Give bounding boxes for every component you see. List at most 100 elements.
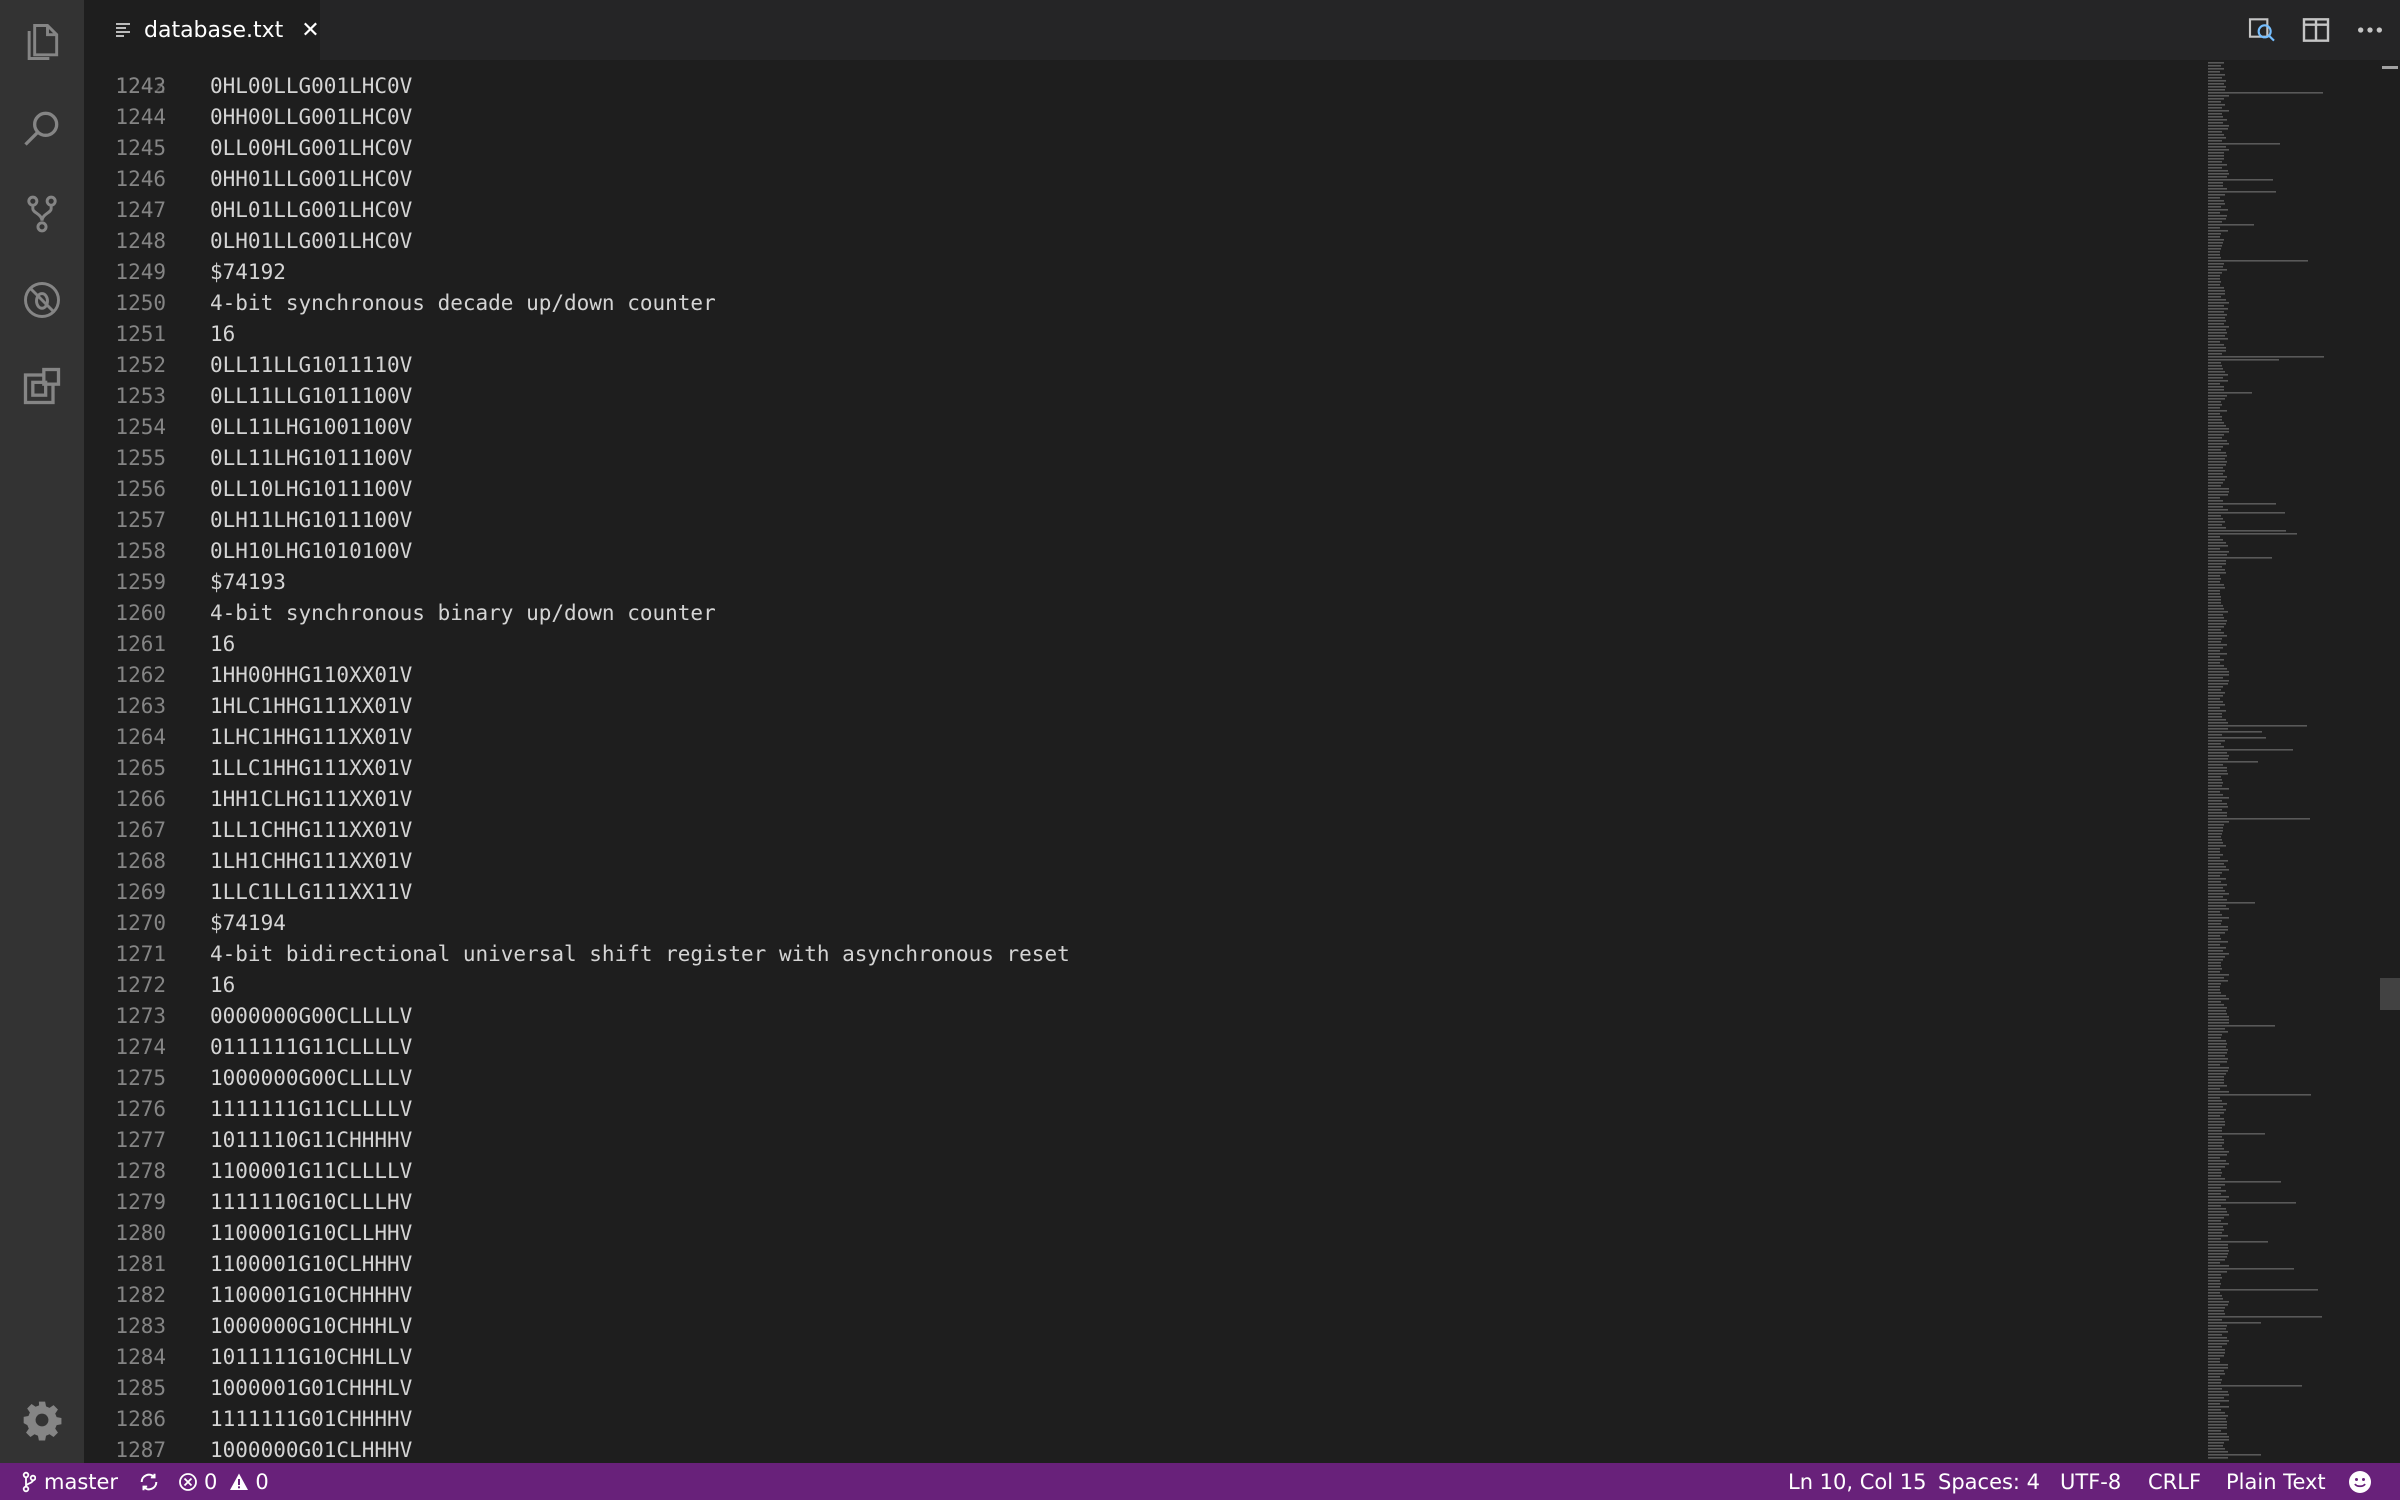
code-line[interactable]: 1267 1LL1CHHG111XX01V <box>84 815 2204 846</box>
code-line[interactable]: 1261 16 <box>84 629 2204 660</box>
warning-icon <box>230 1473 249 1490</box>
code-line[interactable]: 1278 1100001G11CLLLLV <box>84 1156 2204 1187</box>
code-line[interactable]: 1280 1100001G10CLLHHV <box>84 1218 2204 1249</box>
minimap-line <box>2208 761 2258 763</box>
code-line[interactable]: 1245 0LL00HLG001LHC0V <box>84 133 2204 164</box>
code-line[interactable]: 1271 4-bit bidirectional universal shift … <box>84 939 2204 970</box>
feedback-button[interactable] <box>2348 1463 2372 1500</box>
code-line[interactable]: 1251 16 <box>84 319 2204 350</box>
code-line[interactable]: 1246 0HH01LLG001LHC0V <box>84 164 2204 195</box>
branch-indicator[interactable]: master <box>22 1470 118 1494</box>
vertical-scrollbar[interactable] <box>2380 60 2400 1463</box>
code-line[interactable]: 1259 $74193 <box>84 567 2204 598</box>
code-line[interactable]: 1285 1000001G01CHHHLV <box>84 1373 2204 1404</box>
minimap-line <box>2208 689 2221 691</box>
minimap-line <box>2208 752 2227 754</box>
code-line[interactable]: 1247 0HL01LLG001LHC0V <box>84 195 2204 226</box>
code-line[interactable]: 1243 0HL00LLG001LHC0V <box>84 71 2204 102</box>
code-line[interactable]: 1266 1HH1CLHG111XX01V <box>84 784 2204 815</box>
code-line[interactable]: 1254 0LL11LHG1001100V <box>84 412 2204 443</box>
minimap-line <box>2208 1277 2222 1279</box>
code-line[interactable]: 1268 1LH1CHHG111XX01V <box>84 846 2204 877</box>
minimap-line <box>2208 1217 2224 1219</box>
debug-icon[interactable] <box>18 276 66 324</box>
minimap-line <box>2208 557 2272 559</box>
code-line[interactable]: 1244 0HH00LLG001LHC0V <box>84 102 2204 133</box>
minimap-line <box>2208 956 2225 958</box>
line-number: 1250 <box>115 291 166 315</box>
minimap-line <box>2208 1328 2226 1330</box>
minimap-line <box>2208 572 2226 574</box>
minimap-line <box>2208 443 2229 445</box>
code-line[interactable]: 1252 0LL11LLG1011110V <box>84 350 2204 381</box>
code-line[interactable]: 1263 1HLC1HHG111XX01V <box>84 691 2204 722</box>
minimap-line <box>2208 374 2228 376</box>
editor[interactable]: 1242 1243 0HL00LLG001LHC0V 1244 0HH00LLG001… <box>84 60 2204 1463</box>
code-line[interactable]: 1275 1000000G00CLLLLV <box>84 1063 2204 1094</box>
more-actions-icon[interactable] <box>2354 14 2386 46</box>
code-line[interactable]: 1260 4-bit synchronous binary up/down cou… <box>84 598 2204 629</box>
code-line[interactable]: 1262 1HH00HHG110XX01V <box>84 660 2204 691</box>
eol-selector[interactable]: CRLF <box>2148 1463 2201 1500</box>
code-line[interactable]: 1264 1LHC1HHG111XX01V <box>84 722 2204 753</box>
minimap-line <box>2208 506 2223 508</box>
minimap-line <box>2208 764 2223 766</box>
indentation-selector[interactable]: Spaces: 4 <box>1938 1463 2040 1500</box>
code-line[interactable]: 1287 1000000G01CLHHHV <box>84 1435 2204 1463</box>
code-line[interactable]: 1286 1111111G01CHHHHV <box>84 1404 2204 1435</box>
minimap-line <box>2208 860 2228 862</box>
minimap-line <box>2208 629 2221 631</box>
cursor-position[interactable]: Ln 10, Col 15 <box>1788 1463 1927 1500</box>
code-line[interactable]: 1250 4-bit synchronous decade up/down cou… <box>84 288 2204 319</box>
code-line[interactable]: 1255 0LL11LHG1011100V <box>84 443 2204 474</box>
language-mode-selector[interactable]: Plain Text <box>2226 1463 2326 1500</box>
code-line[interactable]: 1249 $74192 <box>84 257 2204 288</box>
minimap-line <box>2208 293 2225 295</box>
code-line[interactable]: 1273 0000000G00CLLLLV <box>84 1001 2204 1032</box>
code-line[interactable]: 1282 1100001G10CHHHHV <box>84 1280 2204 1311</box>
tab-database-txt[interactable]: database.txt ✕ <box>84 0 320 60</box>
code-line[interactable]: 1279 1111110G10CLLLHV <box>84 1187 2204 1218</box>
scrollbar-thumb[interactable] <box>2380 978 2400 1010</box>
code-line[interactable]: 1253 0LL11LLG1011100V <box>84 381 2204 412</box>
minimap-line <box>2208 1052 2227 1054</box>
minimap-line <box>2208 674 2229 676</box>
gear-icon[interactable] <box>18 1396 66 1444</box>
minimap-line <box>2208 356 2324 358</box>
open-preview-icon[interactable] <box>2246 14 2278 46</box>
encoding-selector[interactable]: UTF-8 <box>2060 1463 2121 1500</box>
minimap-line <box>2208 869 2229 871</box>
eol-text: CRLF <box>2148 1469 2202 1494</box>
code-line[interactable]: 1277 1011110G11CHHHHV <box>84 1125 2204 1156</box>
minimap-line <box>2208 1292 2220 1294</box>
code-line[interactable]: 1272 16 <box>84 970 2204 1001</box>
code-line[interactable]: 1258 0LH10LHG1010100V <box>84 536 2204 567</box>
minimap-line <box>2208 149 2229 151</box>
extensions-icon[interactable] <box>18 362 66 410</box>
code-line[interactable]: 1284 1011111G10CHHLLV <box>84 1342 2204 1373</box>
code-line[interactable]: 1269 1LLC1LLG111XX11V <box>84 877 2204 908</box>
code-line[interactable]: 1276 1111111G11CLLLLV <box>84 1094 2204 1125</box>
code-line[interactable]: 1270 $74194 <box>84 908 2204 939</box>
minimap-line <box>2208 1316 2322 1318</box>
code-line[interactable]: 1257 0LH11LHG1011100V <box>84 505 2204 536</box>
close-icon[interactable]: ✕ <box>301 18 319 43</box>
problems-indicator[interactable]: 0 0 <box>178 1470 269 1494</box>
minimap-line <box>2208 329 2226 331</box>
minimap-line <box>2208 482 2223 484</box>
split-editor-icon[interactable] <box>2300 14 2332 46</box>
minimap[interactable] <box>2204 60 2380 1463</box>
code-line[interactable]: 1274 0111111G11CLLLLV <box>84 1032 2204 1063</box>
code-line[interactable]: 1283 1000000G10CHHHLV <box>84 1311 2204 1342</box>
code-line[interactable]: 1281 1100001G10CLHHHV <box>84 1249 2204 1280</box>
search-icon[interactable] <box>18 104 66 152</box>
minimap-line <box>2208 278 2220 280</box>
line-text: 0HH00LLG001LHC0V <box>210 105 413 129</box>
code-line[interactable]: 1248 0LH01LLG001LHC0V <box>84 226 2204 257</box>
source-control-icon[interactable] <box>18 190 66 238</box>
code-line[interactable]: 1256 0LL10LHG1011100V <box>84 474 2204 505</box>
minimap-line <box>2208 1226 2223 1228</box>
files-icon[interactable] <box>18 18 66 66</box>
sync-button[interactable] <box>138 1471 160 1493</box>
code-line[interactable]: 1265 1LLC1HHG111XX01V <box>84 753 2204 784</box>
